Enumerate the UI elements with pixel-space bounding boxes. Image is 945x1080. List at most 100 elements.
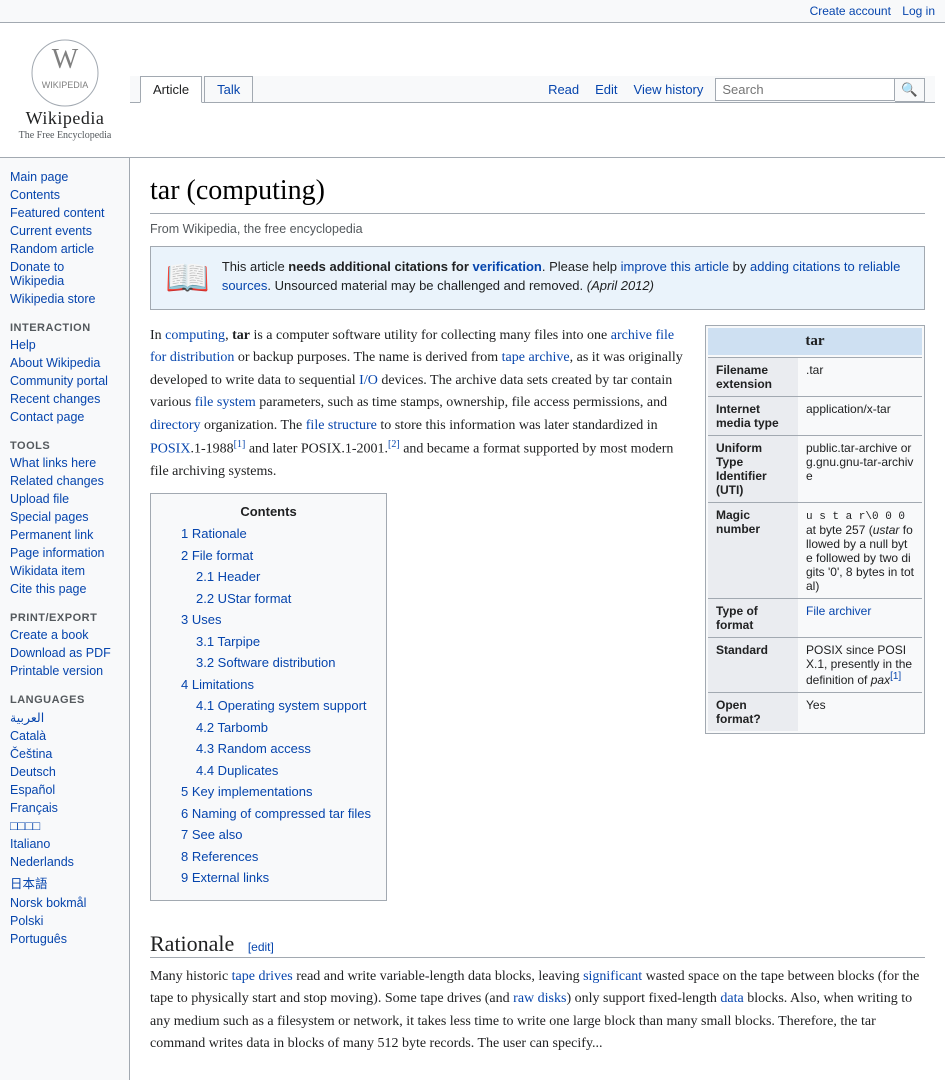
- sidebar-languages-title: Languages: [0, 690, 129, 708]
- toc-link-references[interactable]: 8 References: [181, 849, 258, 864]
- infobox-title: tar: [708, 328, 922, 355]
- sidebar-lang-czech[interactable]: Čeština: [10, 747, 119, 761]
- article-body: tar Filename extension .tar Internet med…: [150, 325, 925, 1065]
- search-icon: 🔍: [901, 82, 918, 97]
- sidebar-lang-polish[interactable]: Polski: [10, 914, 119, 928]
- toc-link-tarbomb[interactable]: 4.2 Tarbomb: [196, 720, 268, 735]
- sidebar-lang-box[interactable]: □□□□: [10, 819, 119, 833]
- toc-item-4: 4 Limitations 4.1 Operating system suppo…: [181, 675, 371, 781]
- sidebar-lang-french[interactable]: Français: [10, 801, 119, 815]
- file-structure-link[interactable]: file structure: [306, 418, 377, 433]
- search-form: 🔍: [715, 78, 925, 102]
- sidebar-lang-norwegian[interactable]: Norsk bokmål: [10, 896, 119, 910]
- sidebar-lang-arabic[interactable]: العربية: [10, 710, 119, 725]
- sidebar-lang-portuguese[interactable]: Português: [10, 932, 119, 946]
- edit-link[interactable]: Edit: [591, 77, 621, 102]
- infobox-row-media-type: Internet media type application/x-tar: [708, 396, 922, 435]
- read-link[interactable]: Read: [544, 77, 583, 102]
- sidebar-lang-german[interactable]: Deutsch: [10, 765, 119, 779]
- sidebar-item-printable[interactable]: Printable version: [10, 664, 119, 678]
- tab-article[interactable]: Article: [140, 76, 202, 103]
- sidebar-lang-spanish[interactable]: Español: [10, 783, 119, 797]
- view-history-link[interactable]: View history: [630, 77, 708, 102]
- toc-link-rationale[interactable]: 1 Rationale: [181, 526, 247, 541]
- toc-item-4-3: 4.3 Random access: [196, 739, 371, 759]
- toc-link-limitations[interactable]: 4 Limitations: [181, 677, 254, 692]
- sidebar-item-create-book[interactable]: Create a book: [10, 628, 119, 642]
- toc-link-external[interactable]: 9 External links: [181, 870, 269, 885]
- log-in-link[interactable]: Log in: [902, 4, 935, 18]
- sidebar-item-upload[interactable]: Upload file: [10, 492, 119, 506]
- sidebar-item-special[interactable]: Special pages: [10, 510, 119, 524]
- toc-link-uses[interactable]: 3 Uses: [181, 612, 221, 627]
- data-blocks-link[interactable]: data: [720, 991, 743, 1006]
- sidebar-lang-japanese[interactable]: 日本語: [10, 873, 119, 892]
- toc-link-tarpipe[interactable]: 3.1 Tarpipe: [196, 634, 260, 649]
- infobox-row-open: Open format? Yes: [708, 692, 922, 731]
- ref-1[interactable]: [1]: [890, 671, 901, 682]
- sidebar-lang-dutch[interactable]: Nederlands: [10, 855, 119, 869]
- sidebar-item-current-events[interactable]: Current events: [10, 224, 119, 238]
- sidebar-item-featured[interactable]: Featured content: [10, 206, 119, 220]
- computing-link[interactable]: computing: [165, 328, 225, 343]
- sidebar-item-what-links[interactable]: What links here: [10, 456, 119, 470]
- sidebar-item-page-info[interactable]: Page information: [10, 546, 119, 560]
- sidebar-item-cite[interactable]: Cite this page: [10, 582, 119, 596]
- sidebar-item-help[interactable]: Help: [10, 338, 119, 352]
- sidebar-item-wikidata[interactable]: Wikidata item: [10, 564, 119, 578]
- sidebar-item-permanent[interactable]: Permanent link: [10, 528, 119, 542]
- toc-link-os-support[interactable]: 4.1 Operating system support: [196, 698, 367, 713]
- sidebar-item-store[interactable]: Wikipedia store: [10, 292, 119, 306]
- ref-1b[interactable]: [1]: [234, 439, 246, 450]
- toc-link-file-format[interactable]: 2 File format: [181, 548, 253, 563]
- sidebar-item-contact[interactable]: Contact page: [10, 410, 119, 424]
- toc-link-header[interactable]: 2.1 Header: [196, 569, 260, 584]
- toc-link-random-access[interactable]: 4.3 Random access: [196, 741, 311, 756]
- toc-link-naming[interactable]: 6 Naming of compressed tar files: [181, 806, 371, 821]
- search-input[interactable]: [715, 78, 895, 101]
- search-button[interactable]: 🔍: [895, 78, 925, 102]
- verification-link[interactable]: verification: [473, 259, 542, 274]
- rationale-edit-link[interactable]: [edit]: [248, 940, 274, 954]
- rationale-edit-anchor[interactable]: [edit]: [248, 940, 274, 954]
- infobox-label-standard: Standard: [708, 638, 798, 692]
- sidebar-item-contents[interactable]: Contents: [10, 188, 119, 202]
- archive-file-link[interactable]: archive file for distribution: [150, 328, 674, 365]
- toc-link-ustar[interactable]: 2.2 UStar format: [196, 591, 291, 606]
- sidebar-item-random[interactable]: Random article: [10, 242, 119, 256]
- file-system-link[interactable]: file system: [195, 395, 256, 410]
- improve-article-link[interactable]: improve this article: [621, 259, 729, 274]
- sidebar-item-donate[interactable]: Donate to Wikipedia: [10, 260, 119, 288]
- toc-item-9: 9 External links: [181, 868, 371, 888]
- sidebar-print-title: Print/export: [0, 608, 129, 626]
- sidebar-tools-section: Tools What links here Related changes Up…: [0, 436, 129, 598]
- toc-item-7: 7 See also: [181, 825, 371, 845]
- sidebar-lang-italian[interactable]: Italiano: [10, 837, 119, 851]
- sidebar-item-download-pdf[interactable]: Download as PDF: [10, 646, 119, 660]
- infobox: tar Filename extension .tar Internet med…: [705, 325, 925, 734]
- sidebar-item-related-changes[interactable]: Related changes: [10, 474, 119, 488]
- sidebar-item-recent[interactable]: Recent changes: [10, 392, 119, 406]
- ref-2[interactable]: [2]: [388, 439, 400, 450]
- file-archiver-link[interactable]: File archiver: [806, 604, 871, 618]
- sidebar-lang-catala[interactable]: Català: [10, 729, 119, 743]
- toc-link-see-also[interactable]: 7 See also: [181, 827, 242, 842]
- toc-link-software-dist[interactable]: 3.2 Software distribution: [196, 655, 335, 670]
- tape-drives-link[interactable]: tape drives: [232, 969, 293, 984]
- infobox-row-type: Type of format File archiver: [708, 598, 922, 637]
- toc-item-2: 2 File format 2.1 Header 2.2 UStar forma…: [181, 546, 371, 609]
- io-link[interactable]: I/O: [359, 373, 378, 388]
- sidebar-item-community[interactable]: Community portal: [10, 374, 119, 388]
- toc-link-duplicates[interactable]: 4.4 Duplicates: [196, 763, 278, 778]
- toc-link-key-impl[interactable]: 5 Key implementations: [181, 784, 313, 799]
- directory-link[interactable]: directory: [150, 418, 201, 433]
- tab-talk[interactable]: Talk: [204, 76, 253, 102]
- sidebar-item-about[interactable]: About Wikipedia: [10, 356, 119, 370]
- raw-disks-link[interactable]: raw disks: [513, 991, 566, 1006]
- sidebar-item-main-page[interactable]: Main page: [10, 170, 119, 184]
- create-account-link[interactable]: Create account: [810, 4, 891, 18]
- tape-archive-link[interactable]: tape archive: [502, 350, 570, 365]
- significant-link[interactable]: significant: [583, 969, 642, 984]
- posix-link[interactable]: POSIX: [150, 442, 190, 457]
- warning-box: 📖 This article needs additional citation…: [150, 246, 925, 310]
